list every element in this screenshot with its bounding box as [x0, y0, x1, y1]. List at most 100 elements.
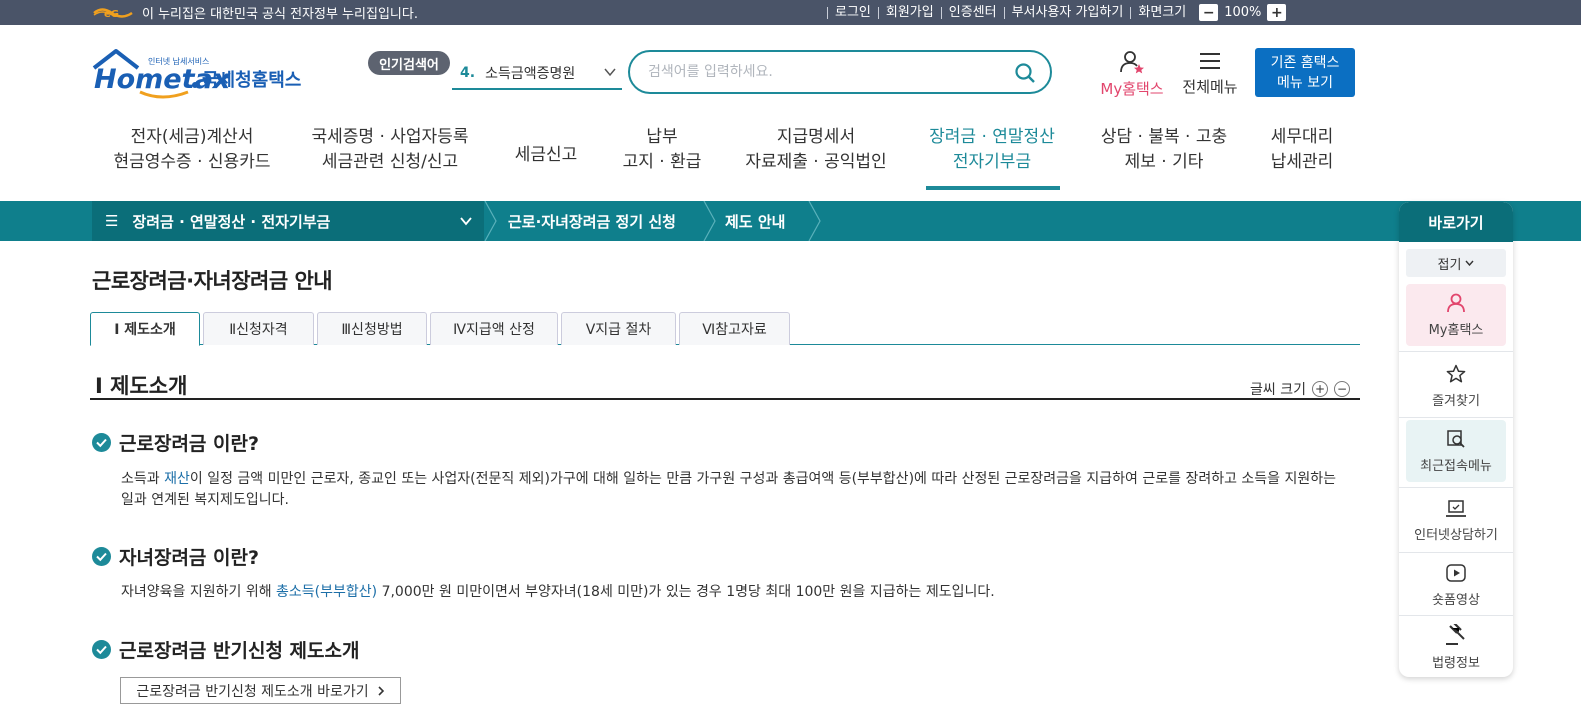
q2-body-text: 7,000만 원 미만이면서 부양자녀(18세 미만)가 있는 경우 1명당 최…	[377, 584, 995, 600]
menu-icon: ☰	[105, 212, 119, 230]
legacy-menu-line1: 기존 홈택스	[1270, 54, 1340, 71]
quick-law-info[interactable]: 법령정보	[1406, 616, 1506, 677]
chevron-right-icon	[378, 685, 384, 696]
q2-body: 자녀양육을 지원하기 위해 총소득(부부합산) 7,000만 원 미만이면서 부…	[121, 582, 1346, 603]
gnb-item-line1: 지급명세서	[776, 127, 856, 147]
font-decrease-icon[interactable]: −	[1333, 381, 1350, 397]
gnb-item-consultation[interactable]: 상담 · 불복 · 고충 제보 · 기타	[1094, 125, 1234, 175]
cert-center-link[interactable]: 인증센터	[940, 6, 1004, 19]
popular-search-select[interactable]: 4. 소득금액증명원	[452, 58, 622, 90]
breadcrumb: ☰ 장려금 · 연말정산 · 전자기부금 근로·자녀장려금 정기 신청 제도 안…	[0, 201, 1581, 241]
search-icon[interactable]	[1014, 62, 1036, 84]
hometax-logo[interactable]: Hometax 인터넷 납세서비스 국세청홈택스	[92, 48, 307, 100]
chevron-down-icon	[1465, 260, 1474, 266]
quick-divider	[1399, 552, 1513, 553]
chevron-down-icon	[460, 217, 472, 226]
gnb-item-tax-agent[interactable]: 세무대리 납세관리	[1257, 125, 1347, 175]
all-menu-button[interactable]: 전체메뉴	[1180, 50, 1240, 97]
quick-divider	[1399, 351, 1513, 352]
half-year-intro-link-button[interactable]: 근로장려금 반기신청 제도소개 바로가기	[120, 677, 401, 704]
logo-subtext: 인터넷 납세서비스	[148, 57, 210, 66]
tab-payment-procedure[interactable]: Ⅴ지급 절차	[561, 312, 676, 345]
quick-recent-menu[interactable]: 최근접속메뉴	[1406, 420, 1506, 482]
search-box	[628, 50, 1052, 94]
fold-label: 접기	[1437, 257, 1462, 273]
gnb-item-line1: 세무대리	[1270, 127, 1334, 147]
gnb-item-line1: 세금신고	[514, 145, 578, 165]
breadcrumb-level1[interactable]: ☰ 장려금 · 연말정산 · 전자기부금	[92, 201, 484, 241]
quick-item-label: 숏폼영상	[1432, 592, 1480, 608]
gnb-item-line1: 국세증명 · 사업자등록	[311, 127, 469, 147]
breadcrumb-separator-icon	[703, 201, 716, 241]
gavel-icon	[1446, 623, 1465, 645]
login-link[interactable]: 로그인	[827, 6, 878, 19]
gnb-item-line1: 장려금 · 연말정산	[929, 127, 1055, 147]
zoom-out-button[interactable]: −	[1199, 4, 1219, 21]
q1-title: 근로장려금 이란?	[119, 433, 259, 455]
tab-eligibility[interactable]: Ⅱ신청자격	[203, 312, 314, 345]
q1-body-text: 소득과	[121, 471, 165, 487]
quick-menu-title: 바로가기	[1399, 202, 1513, 242]
tab-overview[interactable]: Ⅰ 제도소개	[90, 312, 200, 346]
gnb-item-incentive[interactable]: 장려금 · 연말정산 전자기부금	[927, 125, 1057, 175]
gnb-item-payment-statement[interactable]: 지급명세서 자료제출 · 공익법인	[741, 125, 891, 175]
q2-body-highlight: 총소득(부부합산)	[276, 584, 378, 600]
laptop-icon	[1446, 499, 1466, 517]
quick-online-consult[interactable]: 인터넷상담하기	[1406, 490, 1506, 552]
gnb-item-payment[interactable]: 납부 고지 · 환급	[612, 125, 712, 175]
q2-title: 자녀장려금 이란?	[119, 547, 259, 569]
breadcrumb-level3[interactable]: 제도 안내	[725, 201, 785, 241]
quick-my-hometax[interactable]: My홈택스	[1406, 284, 1506, 346]
q3-title: 근로장려금 반기신청 제도소개	[119, 640, 360, 662]
q2-body-text: 자녀양육을 지원하기 위해	[121, 584, 277, 600]
gnb-item-line2: 전자기부금	[952, 152, 1032, 172]
logo-text: 국세청홈택스	[202, 70, 302, 91]
font-increase-icon[interactable]: +	[1311, 381, 1328, 397]
section-title: Ⅰ 제도소개	[95, 374, 188, 398]
video-play-icon	[1446, 563, 1466, 582]
gnb-item-e-invoice[interactable]: 전자(세금)계산서 현금영수증 · 신용카드	[112, 125, 272, 175]
check-circle-icon	[92, 640, 111, 659]
quick-divider	[1399, 487, 1513, 488]
svg-text:eG: eG	[104, 9, 119, 20]
my-hometax-button[interactable]: My홈택스	[1097, 50, 1167, 99]
breadcrumb-separator-icon	[808, 201, 821, 241]
legacy-menu-button[interactable]: 기존 홈택스 메뉴 보기	[1255, 48, 1355, 97]
gov-banner-left: eG 이 누리집은 대한민국 공식 전자정부 누리집입니다.	[92, 0, 418, 25]
recent-search-icon	[1447, 429, 1465, 448]
breadcrumb-level2[interactable]: 근로·자녀장려금 정기 신청	[508, 201, 676, 241]
gnb-item-tax-certificate[interactable]: 국세증명 · 사업자등록 세금관련 신청/신고	[310, 125, 470, 175]
chevron-down-icon	[604, 68, 616, 77]
user-icon	[1447, 293, 1465, 312]
tab-how-to-apply[interactable]: Ⅲ신청방법	[317, 312, 427, 345]
search-input[interactable]	[648, 61, 988, 83]
breadcrumb-level2-label: 근로·자녀장려금 정기 신청	[508, 212, 676, 231]
q1-body-text: 이 일정 금액 미만인 근로자, 종교인 또는 사업자(전문직 제외)가구에 대…	[121, 471, 1337, 508]
quick-favorites[interactable]: 즐겨찾기	[1406, 355, 1506, 417]
utility-links: 로그인 회원가입 인증센터 부서사용자 가입하기 화면크기 − 100% +	[827, 0, 1287, 25]
breadcrumb-level3-label: 제도 안내	[725, 212, 786, 231]
q3-heading: 근로장려금 반기신청 제도소개	[92, 636, 359, 663]
breadcrumb-separator-icon	[484, 201, 497, 241]
quick-menu: 바로가기 접기 My홈택스 즐겨찾기 최근접속메뉴 인터넷상담하기 숏폼영상 법…	[1399, 202, 1513, 677]
font-size-control: 글씨 크기 + −	[1250, 379, 1350, 399]
tab-references[interactable]: Ⅵ참고자료	[679, 312, 790, 345]
zoom-control: − 100% +	[1199, 4, 1287, 21]
popular-rank: 4.	[460, 65, 476, 81]
quick-item-label: 최근접속메뉴	[1420, 458, 1492, 474]
check-circle-icon	[92, 547, 111, 566]
zoom-in-button[interactable]: +	[1267, 4, 1287, 21]
my-hometax-label: My홈택스	[1100, 80, 1164, 98]
dept-user-signup-link[interactable]: 부서사용자 가입하기	[1003, 6, 1131, 19]
gnb-item-tax-return[interactable]: 세금신고	[506, 143, 586, 168]
gnb-item-line1: 상담 · 불복 · 고충	[1100, 127, 1228, 147]
gov-banner: eG 이 누리집은 대한민국 공식 전자정부 누리집입니다. 로그인 회원가입 …	[0, 0, 1581, 25]
egov-logo-icon: eG	[93, 7, 133, 20]
gnb-item-line2: 납세관리	[1270, 152, 1334, 172]
signup-link[interactable]: 회원가입	[877, 6, 941, 19]
tab-amount-calculation[interactable]: Ⅳ지급액 산정	[430, 312, 558, 345]
quick-menu-fold-button[interactable]: 접기	[1406, 249, 1506, 277]
content-tabs: Ⅰ 제도소개 Ⅱ신청자격 Ⅲ신청방법 Ⅳ지급액 산정 Ⅴ지급 절차 Ⅵ참고자료	[90, 312, 1360, 346]
link-button-label: 근로장려금 반기신청 제도소개 바로가기	[136, 683, 369, 700]
quick-shortform-video[interactable]: 숏폼영상	[1406, 554, 1506, 616]
